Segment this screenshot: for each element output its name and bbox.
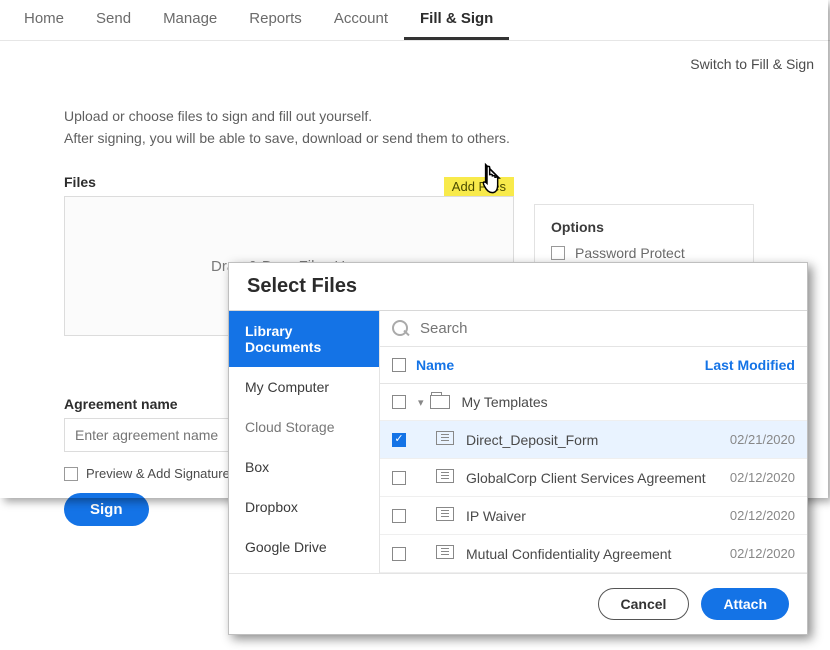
file-modified: 02/12/2020 — [730, 470, 795, 485]
file-checkbox[interactable] — [392, 433, 406, 447]
folder-name: My Templates — [462, 394, 548, 410]
attach-button[interactable]: Attach — [701, 588, 789, 620]
file-modified: 02/12/2020 — [730, 546, 795, 561]
source-dropbox[interactable]: Dropbox — [229, 487, 379, 527]
nav-tab-send[interactable]: Send — [80, 0, 147, 40]
files-label: Files — [64, 174, 96, 190]
source-library-documents[interactable]: Library Documents — [229, 311, 379, 367]
file-name: Direct_Deposit_Form — [466, 432, 730, 448]
file-name: Mutual Confidentiality Agreement — [466, 546, 730, 562]
source-box[interactable]: Box — [229, 447, 379, 487]
file-row[interactable]: IP Waiver02/12/2020 — [380, 497, 807, 535]
folder-icon — [430, 395, 450, 409]
top-nav: HomeSendManageReportsAccountFill & Sign — [0, 0, 830, 41]
file-row[interactable]: Mutual Confidentiality Agreement02/12/20… — [380, 535, 807, 573]
switch-link[interactable]: Switch to Fill & Sign — [690, 56, 814, 72]
password-label: Password Protect — [575, 245, 685, 261]
file-name: IP Waiver — [466, 508, 730, 524]
cancel-button[interactable]: Cancel — [598, 588, 690, 620]
file-row[interactable]: Direct_Deposit_Form02/21/2020 — [380, 421, 807, 459]
dialog-sidebar: Library DocumentsMy ComputerCloud Storag… — [229, 311, 379, 573]
file-checkbox[interactable] — [392, 547, 406, 561]
intro-line-1: Upload or choose files to sign and fill … — [64, 107, 766, 127]
search-icon — [392, 320, 410, 338]
search-input[interactable] — [418, 319, 795, 338]
nav-tab-fill-sign[interactable]: Fill & Sign — [404, 0, 509, 40]
select-files-dialog: Select Files Library DocumentsMy Compute… — [228, 262, 808, 635]
file-checkbox[interactable] — [392, 471, 406, 485]
source-cloud-storage: Cloud Storage — [229, 407, 379, 447]
preview-checkbox[interactable] — [64, 467, 78, 481]
nav-tab-account[interactable]: Account — [318, 0, 404, 40]
nav-tab-manage[interactable]: Manage — [147, 0, 233, 40]
document-icon — [436, 469, 454, 486]
options-title: Options — [551, 219, 737, 235]
nav-tab-reports[interactable]: Reports — [233, 0, 318, 40]
file-modified: 02/21/2020 — [730, 432, 795, 447]
select-all-checkbox[interactable] — [392, 358, 406, 372]
document-icon — [436, 507, 454, 524]
file-name: GlobalCorp Client Services Agreement — [466, 470, 730, 486]
add-files-link[interactable]: Add Files — [444, 177, 514, 196]
col-name[interactable]: Name — [416, 357, 705, 373]
folder-row[interactable]: ▾ My Templates — [380, 384, 807, 421]
expand-caret-icon[interactable]: ▾ — [418, 396, 424, 409]
dialog-title: Select Files — [229, 263, 807, 311]
nav-tab-home[interactable]: Home — [8, 0, 80, 40]
file-modified: 02/12/2020 — [730, 508, 795, 523]
document-icon — [436, 431, 454, 448]
file-row[interactable]: GlobalCorp Client Services Agreement02/1… — [380, 459, 807, 497]
password-checkbox[interactable] — [551, 246, 565, 260]
col-modified[interactable]: Last Modified — [705, 357, 795, 373]
folder-checkbox[interactable] — [392, 395, 406, 409]
file-checkbox[interactable] — [392, 509, 406, 523]
document-icon — [436, 545, 454, 562]
source-google-drive[interactable]: Google Drive — [229, 527, 379, 567]
sign-button[interactable]: Sign — [64, 493, 149, 526]
source-my-computer[interactable]: My Computer — [229, 367, 379, 407]
intro-line-2: After signing, you will be able to save,… — [64, 129, 766, 149]
